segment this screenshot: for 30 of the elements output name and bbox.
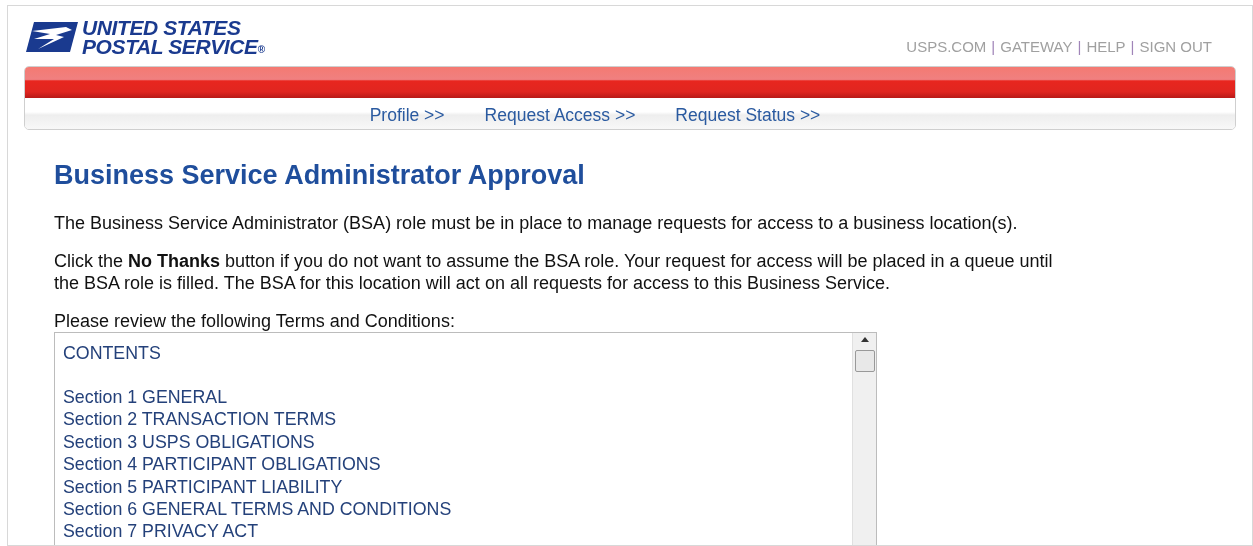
eagle-logo-icon (26, 21, 78, 53)
terms-text-area[interactable] (54, 331, 877, 545)
section-entry: Section 7 PRIVACY ACT (63, 520, 260, 543)
header-link[interactable]: USPS.COM (906, 35, 987, 58)
nav-link[interactable]: Profile >> (369, 101, 445, 128)
scroll-up-arrow-icon[interactable] (860, 336, 869, 342)
nav-link[interactable]: Request Access >> (484, 101, 636, 128)
link-separator: | (1130, 36, 1135, 57)
section-entry: Section 6 GENERAL TERMS AND CONDITIONS (63, 497, 453, 521)
logo-text: UNITED STATES (82, 18, 242, 37)
link-separator: | (1077, 36, 1082, 57)
registered-mark: ® (257, 44, 265, 56)
section-entry: Section 4 PARTICIPANT OBLIGATIONS (63, 453, 382, 476)
contents-heading: CONTENTS (63, 341, 162, 364)
section-entry: Section 1 GENERAL (63, 385, 229, 409)
scrollbar[interactable] (852, 332, 876, 545)
section-entry: Section 3 USPS OBLIGATIONS (63, 430, 316, 454)
link-separator: | (991, 36, 996, 57)
description-paragraph: Click the No Thanks button if you do not want to assume the BSA role. Your request for access will be placed in a queue until the BSA role is filled. The BSA for this location will act on all requests for access to this Business Service. (54, 249, 1054, 294)
nav-link[interactable]: Request Status >> (675, 101, 821, 128)
page-heading: Business Service Administrator Approval (54, 159, 586, 192)
terms-label: Please review the following Terms and Conditions: (54, 309, 456, 332)
section-entry: Section 2 TRANSACTION TERMS (63, 408, 338, 431)
scroll-thumb[interactable] (854, 349, 875, 372)
header-link[interactable]: GATEWAY (1000, 35, 1073, 58)
header-link[interactable]: HELP (1086, 35, 1126, 58)
description-paragraph: The Business Service Administrator (BSA) role must be in place to manage requests for access to a business location(s). (54, 211, 1019, 234)
header-link[interactable]: SIGN OUT (1139, 35, 1212, 58)
logo-text: POSTAL SERVICE (82, 37, 258, 56)
section-entry: Section 5 PARTICIPANT LIABILITY (63, 475, 344, 498)
